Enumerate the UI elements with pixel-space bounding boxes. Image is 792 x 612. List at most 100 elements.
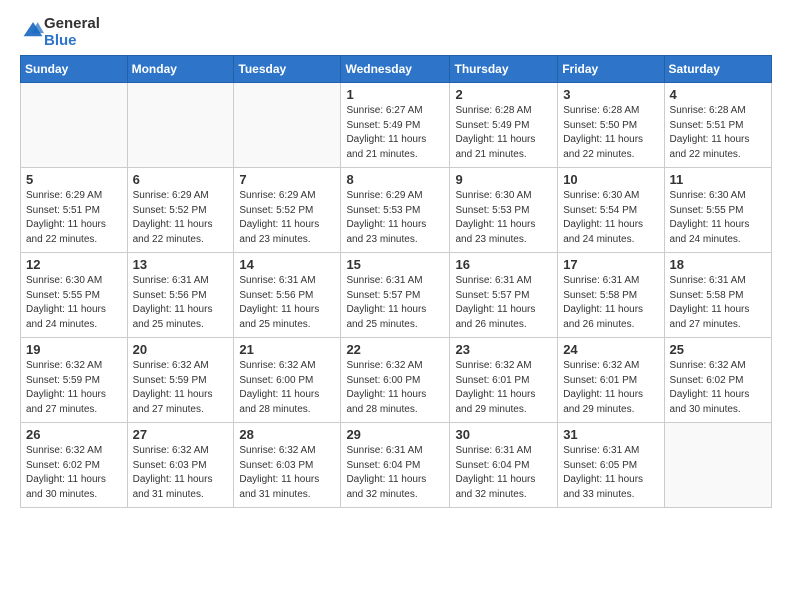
day-number: 10	[563, 172, 658, 187]
calendar-cell: 13Sunrise: 6:31 AMSunset: 5:56 PMDayligh…	[127, 253, 234, 338]
day-number: 5	[26, 172, 122, 187]
day-number: 3	[563, 87, 658, 102]
logo-text: General	[44, 16, 100, 33]
day-info: Sunrise: 6:27 AMSunset: 5:49 PMDaylight:…	[346, 104, 444, 162]
calendar-cell: 21 Sunrise: 6:32 AMSunset: 6:00 PMDayligh…	[234, 338, 341, 423]
calendar-cell: 14 Sunrise: 6:31 AMSunset: 5:56 PMDayligh…	[234, 253, 341, 338]
day-info: Sunrise: 6:31 AMSunset: 6:04 PMDaylight:…	[455, 444, 552, 502]
calendar-cell: 20 Sunrise: 6:32 AMSunset: 5:59 PMDayligh…	[127, 338, 234, 423]
day-number: 6	[133, 172, 229, 187]
day-number: 30	[455, 427, 552, 442]
day-info: Sunrise: 6:29 AMSunset: 5:52 PMDaylight:…	[133, 189, 229, 247]
day-info: Sunrise: 6:30 AMSunset: 5:55 PMDaylight:…	[670, 189, 766, 247]
logo-blue-text: Blue	[44, 33, 100, 50]
calendar-cell: 27 Sunrise: 6:32 AMSunset: 6:03 PMDayligh…	[127, 423, 234, 508]
day-number: 4	[670, 87, 766, 102]
day-number: 22	[346, 342, 444, 357]
day-number: 23	[455, 342, 552, 357]
day-info: Sunrise: 6:32 AMSunset: 5:59 PMDaylight:…	[133, 359, 229, 417]
calendar-cell: 7 Sunrise: 6:29 AMSunset: 5:52 PMDaylight…	[234, 168, 341, 253]
calendar-cell: 3 Sunrise: 6:28 AMSunset: 5:50 PMDaylight…	[558, 83, 664, 168]
day-info: Sunrise: 6:32 AMSunset: 6:01 PMDaylight:…	[455, 359, 552, 417]
day-info: Sunrise: 6:32 AMSunset: 6:03 PMDaylight:…	[133, 444, 229, 502]
day-number: 18	[670, 257, 766, 272]
calendar-week-row: 26Sunrise: 6:32 AMSunset: 6:02 PMDayligh…	[21, 423, 772, 508]
day-info: Sunrise: 6:31 AMSunset: 5:56 PMDaylight:…	[239, 274, 335, 332]
day-info: Sunrise: 6:30 AMSunset: 5:53 PMDaylight:…	[455, 189, 552, 247]
day-info: Sunrise: 6:30 AMSunset: 5:54 PMDaylight:…	[563, 189, 658, 247]
calendar-cell: 5 Sunrise: 6:29 AMSunset: 5:51 PMDaylight…	[21, 168, 128, 253]
calendar-cell: 10 Sunrise: 6:30 AMSunset: 5:54 PMDayligh…	[558, 168, 664, 253]
calendar-header-row: SundayMondayTuesdayWednesdayThursdayFrid…	[21, 56, 772, 83]
weekday-header-friday: Friday	[558, 56, 664, 83]
day-info: Sunrise: 6:28 AMSunset: 5:50 PMDaylight:…	[563, 104, 658, 162]
day-number: 21	[239, 342, 335, 357]
calendar-cell: 1 Sunrise: 6:27 AMSunset: 5:49 PMDaylight…	[341, 83, 450, 168]
day-number: 16	[455, 257, 552, 272]
calendar-table: SundayMondayTuesdayWednesdayThursdayFrid…	[20, 55, 772, 508]
day-number: 9	[455, 172, 552, 187]
calendar-week-row: 12 Sunrise: 6:30 AMSunset: 5:55 PMDayligh…	[21, 253, 772, 338]
calendar-cell: 19 Sunrise: 6:32 AMSunset: 5:59 PMDayligh…	[21, 338, 128, 423]
calendar-cell: 25Sunrise: 6:32 AMSunset: 6:02 PMDayligh…	[664, 338, 771, 423]
weekday-header-tuesday: Tuesday	[234, 56, 341, 83]
calendar-cell: 6 Sunrise: 6:29 AMSunset: 5:52 PMDaylight…	[127, 168, 234, 253]
weekday-header-saturday: Saturday	[664, 56, 771, 83]
day-info: Sunrise: 6:28 AMSunset: 5:49 PMDaylight:…	[455, 104, 552, 162]
weekday-header-sunday: Sunday	[21, 56, 128, 83]
day-info: Sunrise: 6:30 AMSunset: 5:55 PMDaylight:…	[26, 274, 122, 332]
day-number: 26	[26, 427, 122, 442]
day-info: Sunrise: 6:31 AMSunset: 5:58 PMDaylight:…	[563, 274, 658, 332]
day-number: 29	[346, 427, 444, 442]
day-info: Sunrise: 6:32 AMSunset: 6:03 PMDaylight:…	[239, 444, 335, 502]
day-info: Sunrise: 6:31 AMSunset: 5:57 PMDaylight:…	[346, 274, 444, 332]
day-number: 1	[346, 87, 444, 102]
calendar-cell: 29 Sunrise: 6:31 AMSunset: 6:04 PMDayligh…	[341, 423, 450, 508]
day-info: Sunrise: 6:29 AMSunset: 5:52 PMDaylight:…	[239, 189, 335, 247]
calendar-cell: 16Sunrise: 6:31 AMSunset: 5:57 PMDayligh…	[450, 253, 558, 338]
day-info: Sunrise: 6:31 AMSunset: 6:04 PMDaylight:…	[346, 444, 444, 502]
day-info: Sunrise: 6:32 AMSunset: 5:59 PMDaylight:…	[26, 359, 122, 417]
day-info: Sunrise: 6:32 AMSunset: 6:01 PMDaylight:…	[563, 359, 658, 417]
day-info: Sunrise: 6:29 AMSunset: 5:53 PMDaylight:…	[346, 189, 444, 247]
day-number: 17	[563, 257, 658, 272]
day-info: Sunrise: 6:31 AMSunset: 5:58 PMDaylight:…	[670, 274, 766, 332]
calendar-cell: 28 Sunrise: 6:32 AMSunset: 6:03 PMDayligh…	[234, 423, 341, 508]
calendar-cell: 12 Sunrise: 6:30 AMSunset: 5:55 PMDayligh…	[21, 253, 128, 338]
day-number: 19	[26, 342, 122, 357]
day-number: 2	[455, 87, 552, 102]
calendar-cell: 8 Sunrise: 6:29 AMSunset: 5:53 PMDaylight…	[341, 168, 450, 253]
header-area: General Blue	[20, 16, 772, 49]
day-info: Sunrise: 6:31 AMSunset: 6:05 PMDaylight:…	[563, 444, 658, 502]
day-number: 11	[670, 172, 766, 187]
day-info: Sunrise: 6:29 AMSunset: 5:51 PMDaylight:…	[26, 189, 122, 247]
logo: General Blue	[20, 16, 100, 49]
page: General Blue SundayMondayTuesdayWednesda…	[0, 0, 792, 528]
calendar-week-row: 5 Sunrise: 6:29 AMSunset: 5:51 PMDaylight…	[21, 168, 772, 253]
day-number: 28	[239, 427, 335, 442]
logo-icon	[22, 19, 44, 41]
calendar-cell: 2 Sunrise: 6:28 AMSunset: 5:49 PMDaylight…	[450, 83, 558, 168]
day-number: 7	[239, 172, 335, 187]
day-number: 8	[346, 172, 444, 187]
day-info: Sunrise: 6:32 AMSunset: 6:00 PMDaylight:…	[239, 359, 335, 417]
calendar-cell	[664, 423, 771, 508]
day-info: Sunrise: 6:32 AMSunset: 6:00 PMDaylight:…	[346, 359, 444, 417]
calendar-cell: 30 Sunrise: 6:31 AMSunset: 6:04 PMDayligh…	[450, 423, 558, 508]
calendar-cell	[127, 83, 234, 168]
calendar-cell: 9 Sunrise: 6:30 AMSunset: 5:53 PMDaylight…	[450, 168, 558, 253]
day-number: 27	[133, 427, 229, 442]
day-number: 12	[26, 257, 122, 272]
weekday-header-wednesday: Wednesday	[341, 56, 450, 83]
day-number: 24	[563, 342, 658, 357]
calendar-cell: 26Sunrise: 6:32 AMSunset: 6:02 PMDayligh…	[21, 423, 128, 508]
day-number: 14	[239, 257, 335, 272]
weekday-header-monday: Monday	[127, 56, 234, 83]
day-number: 13	[133, 257, 229, 272]
day-number: 20	[133, 342, 229, 357]
calendar-cell	[21, 83, 128, 168]
calendar-cell: 22 Sunrise: 6:32 AMSunset: 6:00 PMDayligh…	[341, 338, 450, 423]
calendar-cell	[234, 83, 341, 168]
weekday-header-thursday: Thursday	[450, 56, 558, 83]
calendar-cell: 18 Sunrise: 6:31 AMSunset: 5:58 PMDayligh…	[664, 253, 771, 338]
